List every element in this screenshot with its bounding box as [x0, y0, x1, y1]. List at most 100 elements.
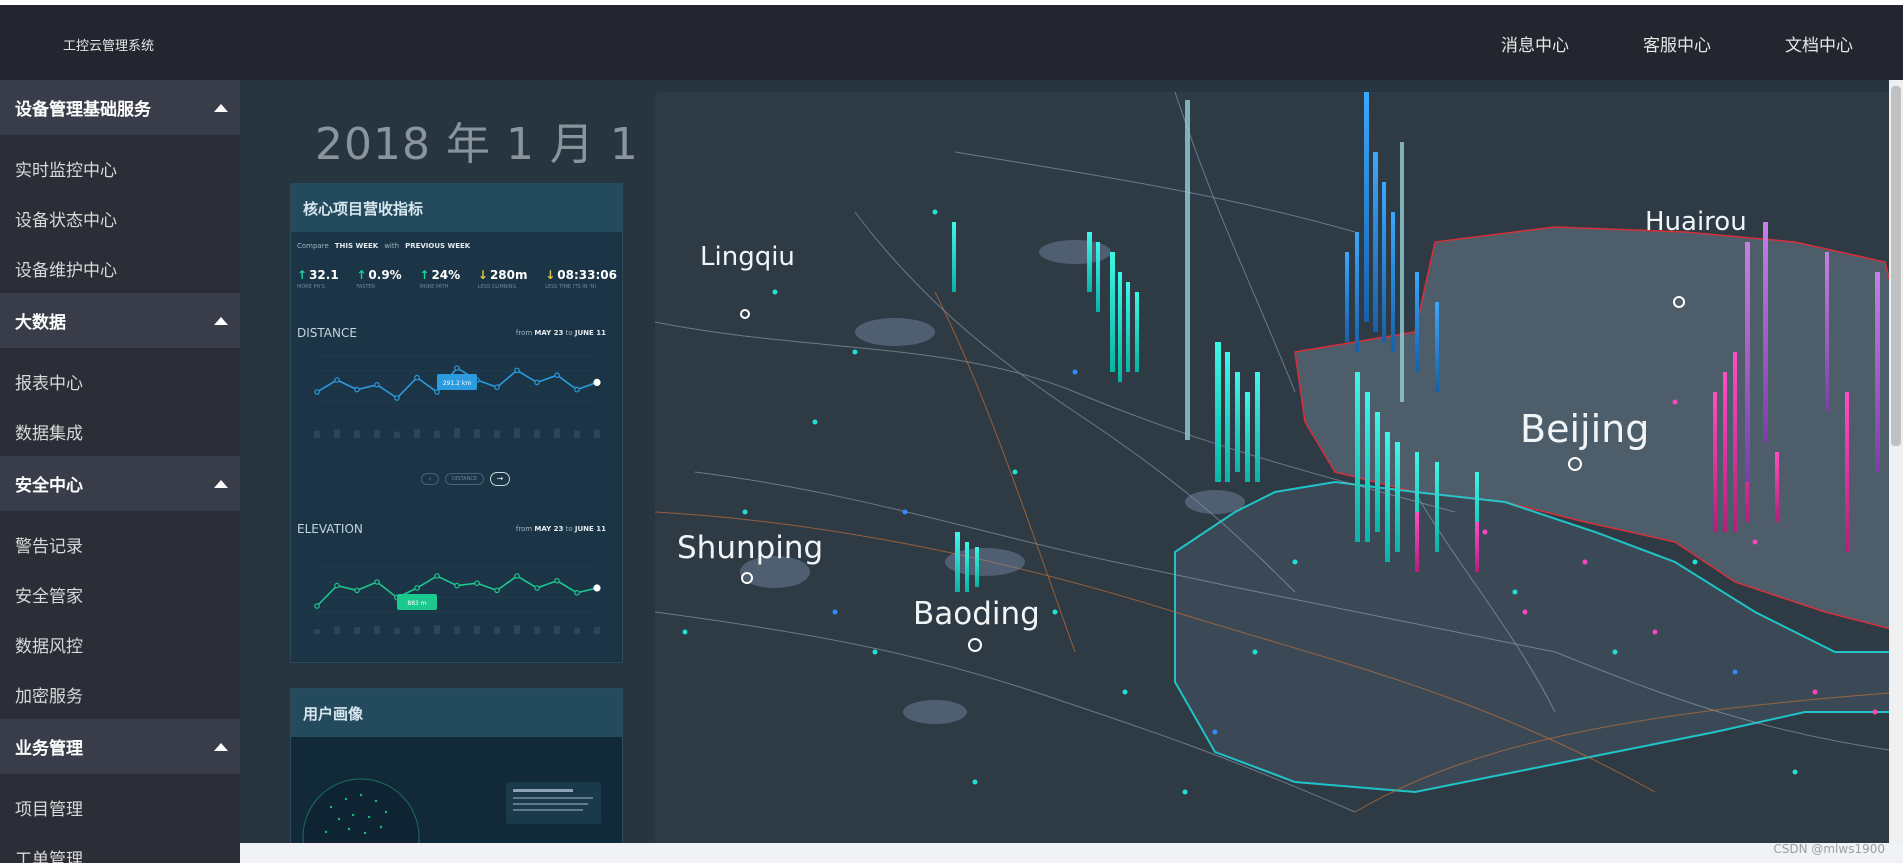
- sidebar-item-data-risk-control[interactable]: 数据风控: [0, 619, 240, 669]
- kpi-value: 24%: [431, 268, 461, 282]
- core-revenue-panel: 核心项目营收指标 Compare THIS WEEK with PREVIOUS…: [290, 183, 623, 663]
- elevation-date-range[interactable]: from MAY 23 to JUNE 11: [516, 525, 606, 533]
- sidebar-item-data-integration[interactable]: 数据集成: [0, 406, 240, 456]
- panel-title: 核心项目营收指标: [291, 184, 622, 232]
- sidebar: 设备管理基础服务 实时监控中心 设备状态中心 设备维护中心 大数据 报表中心 数…: [0, 80, 240, 863]
- sidebar-group-device-management[interactable]: 设备管理基础服务: [0, 80, 240, 135]
- range-from-label: from: [515, 525, 533, 533]
- data-point: [454, 365, 460, 371]
- sidebar-item-device-status[interactable]: 设备状态中心: [0, 193, 240, 243]
- panel-title: 用户画像: [291, 689, 622, 737]
- beijing-3d-map[interactable]: Lingqiu Huairou Beijing Shunping Baoding: [655, 92, 1903, 843]
- mini-bar: [594, 429, 600, 438]
- caret-up-icon: [214, 104, 228, 112]
- city-label-huairou: Huairou: [1645, 207, 1747, 237]
- nav-docs-center[interactable]: 文档中心: [1785, 31, 1853, 56]
- compare-this-week[interactable]: THIS WEEK: [335, 242, 378, 250]
- mini-bar: [354, 430, 360, 438]
- kpi-value: 08:33:06: [557, 268, 617, 282]
- map-canvas: [655, 92, 1903, 843]
- sidebar-group-label: 业务管理: [15, 739, 83, 759]
- chart-pager: ‹ DISTANCE →: [421, 472, 510, 486]
- sidebar-item-encryption-service[interactable]: 加密服务: [0, 669, 240, 719]
- data-point: [593, 378, 601, 387]
- range-to-label: to: [565, 329, 573, 337]
- mini-bar: [374, 429, 380, 438]
- sidebar-item-work-order-management[interactable]: 工单管理: [0, 832, 240, 863]
- sidebar-group-big-data[interactable]: 大数据: [0, 293, 240, 348]
- kpi-value: 280m: [489, 268, 528, 282]
- data-point: [374, 579, 380, 585]
- compare-label: Compare: [297, 242, 329, 250]
- mini-bar: [514, 427, 520, 438]
- mini-bar: [334, 429, 340, 438]
- mini-bar: [454, 427, 460, 438]
- sidebar-item-device-maintenance[interactable]: 设备维护中心: [0, 243, 240, 293]
- city-label-beijing: Beijing: [1520, 407, 1650, 451]
- data-point: [494, 587, 500, 594]
- data-point: [494, 384, 500, 391]
- caret-up-icon: [214, 317, 228, 325]
- compare-row: Compare THIS WEEK with PREVIOUS WEEK: [297, 242, 470, 250]
- sidebar-group-business-management[interactable]: 业务管理: [0, 719, 240, 774]
- data-point: [434, 573, 440, 579]
- nav-support-center[interactable]: 客服中心: [1643, 31, 1711, 56]
- pager-prev-button[interactable]: ‹: [421, 473, 439, 485]
- sidebar-item-security-manager[interactable]: 安全管家: [0, 569, 240, 619]
- sidebar-item-alert-records[interactable]: 警告记录: [0, 519, 240, 569]
- data-point: [574, 589, 580, 596]
- watermark: CSDN @mlws1900: [1773, 842, 1885, 856]
- data-point: [474, 580, 480, 587]
- mini-bar: [394, 431, 400, 438]
- elevation-chart-title: ELEVATION: [297, 522, 363, 536]
- arrow-up-icon: ↑: [419, 268, 430, 282]
- sidebar-item-realtime-monitor[interactable]: 实时监控中心: [0, 143, 240, 193]
- distance-date-range[interactable]: from MAY 23 to JUNE 11: [516, 329, 606, 337]
- data-point: [354, 587, 360, 594]
- scrollbar-thumb[interactable]: [1891, 86, 1901, 446]
- mini-bar: [354, 627, 360, 634]
- mini-bar: [374, 626, 380, 634]
- dashboard-main: 2018 年 1 月 1 日 核心项目营收指标 Compare THIS WEE…: [240, 80, 1903, 843]
- kpi-label: MORE PATH: [419, 284, 449, 290]
- kpi-item: ↑ 32.1 MORE PH'S: [297, 268, 339, 290]
- range-to-label: to: [565, 525, 573, 533]
- globe-network-image: [291, 737, 622, 843]
- data-point: [314, 603, 320, 609]
- bottom-strip: [240, 843, 1903, 863]
- distance-line-chart: 291.2 km: [314, 355, 601, 438]
- nav-message-center[interactable]: 消息中心: [1501, 31, 1569, 56]
- kpi-row: ↑ 32.1 MORE PH'S ↑ 0.9% FASTER ↑ 24% MORE P…: [297, 268, 617, 290]
- sidebar-group-security[interactable]: 安全中心: [0, 456, 240, 511]
- mini-bar: [574, 430, 580, 438]
- mini-bar: [334, 626, 340, 634]
- kpi-value: 0.9%: [368, 268, 402, 282]
- compare-previous-week[interactable]: PREVIOUS WEEK: [405, 242, 470, 250]
- mini-bar: [314, 629, 320, 634]
- distance-chart-title: DISTANCE: [297, 326, 357, 340]
- range-to: JUNE 11: [574, 329, 606, 337]
- data-point: [334, 377, 340, 383]
- sidebar-item-project-management[interactable]: 项目管理: [0, 782, 240, 832]
- pager-select[interactable]: DISTANCE: [445, 473, 484, 485]
- data-point: [593, 584, 601, 592]
- data-point: [394, 395, 400, 401]
- sidebar-item-report-center[interactable]: 报表中心: [0, 356, 240, 406]
- arrow-up-icon: ↑: [356, 268, 367, 282]
- data-point: [534, 379, 540, 386]
- kpi-item: ↑ 24% MORE PATH: [419, 268, 460, 290]
- mini-bar: [414, 428, 420, 438]
- pager-next-button[interactable]: →: [489, 472, 510, 486]
- mini-bar: [434, 430, 440, 438]
- dashboard-date: 2018 年 1 月 1 日: [315, 119, 699, 170]
- data-point: [554, 577, 560, 584]
- vertical-scrollbar[interactable]: [1889, 80, 1903, 843]
- top-nav: 消息中心 客服中心 文档中心: [1501, 31, 1853, 56]
- data-point: [574, 386, 580, 393]
- data-point: [354, 386, 360, 393]
- data-point: [534, 585, 540, 591]
- data-point: [374, 381, 380, 388]
- mini-bar: [474, 429, 480, 438]
- range-to: JUNE 11: [574, 525, 606, 533]
- data-point: [554, 372, 560, 379]
